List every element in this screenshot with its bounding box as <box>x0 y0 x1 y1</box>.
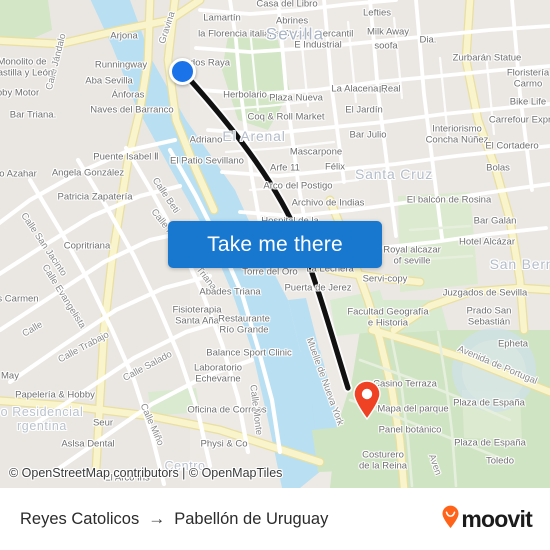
destination-label: Pabellón de Uruguay <box>174 509 329 528</box>
take-me-there-button[interactable]: Take me there <box>168 221 382 268</box>
destination-marker[interactable] <box>352 380 382 421</box>
moovit-wordmark: moovit <box>461 505 532 532</box>
map-attribution[interactable]: © OpenStreetMap contributors | © OpenMap… <box>9 466 282 480</box>
moovit-logo[interactable]: moovit <box>441 505 533 534</box>
arrow-right-icon: → <box>148 509 166 528</box>
map-canvas[interactable]: Calle Jándalo Gravina Arjona Runningway Mono… <box>0 0 550 488</box>
origin-label: Reyes Catolicos <box>20 509 140 528</box>
moovit-route-screenshot: Calle Jándalo Gravina Arjona Runningway Mono… <box>0 0 550 550</box>
moovit-pin-icon <box>441 505 460 534</box>
route-summary: Reyes Catolicos → Pabellón de Uruguay <box>20 509 328 529</box>
footer-bar: Reyes Catolicos → Pabellón de Uruguay mo… <box>0 488 550 550</box>
origin-marker[interactable] <box>169 58 196 85</box>
